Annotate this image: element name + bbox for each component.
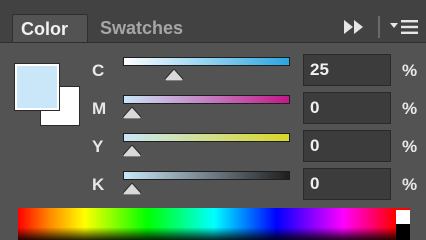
black-slider-track[interactable] [123,171,290,180]
channel-label-magenta: M [92,99,107,118]
cyan-slider-track[interactable] [123,57,290,66]
cyan-slider-thumb[interactable] [164,69,183,81]
tab-color[interactable]: Color [12,14,88,42]
black-percent-unit: % [402,175,418,194]
yellow-slider-thumb[interactable] [123,145,141,157]
magenta-value-input[interactable]: 0 [303,92,391,124]
cyan-value-input[interactable]: 25 [303,54,391,86]
spectrum-white-swatch[interactable] [396,210,410,224]
spectrum-black-swatch[interactable] [396,224,410,240]
tab-swatches[interactable]: Swatches [100,14,183,42]
channel-label-cyan: C [92,61,105,80]
channel-label-yellow: Y [92,137,104,156]
cyan-percent-unit: % [402,61,418,80]
black-value-input[interactable]: 0 [303,168,391,200]
double-chevron-right-icon[interactable] [340,18,368,36]
magenta-percent-unit: % [402,99,418,118]
panel-tab-bar: Color Swatches [0,0,426,43]
foreground-color-swatch[interactable] [14,63,60,111]
yellow-value-input[interactable]: 0 [303,130,391,162]
magenta-slider-track[interactable] [123,95,290,104]
yellow-slider-track[interactable] [123,133,290,142]
yellow-percent-unit: % [402,137,418,156]
color-spectrum-ramp[interactable] [18,208,410,240]
channel-label-black: K [92,175,105,194]
panel-menu-icon[interactable] [388,18,420,36]
black-slider-thumb[interactable] [123,183,141,195]
magenta-slider-thumb[interactable] [123,107,141,119]
toolbar-divider [378,16,380,38]
